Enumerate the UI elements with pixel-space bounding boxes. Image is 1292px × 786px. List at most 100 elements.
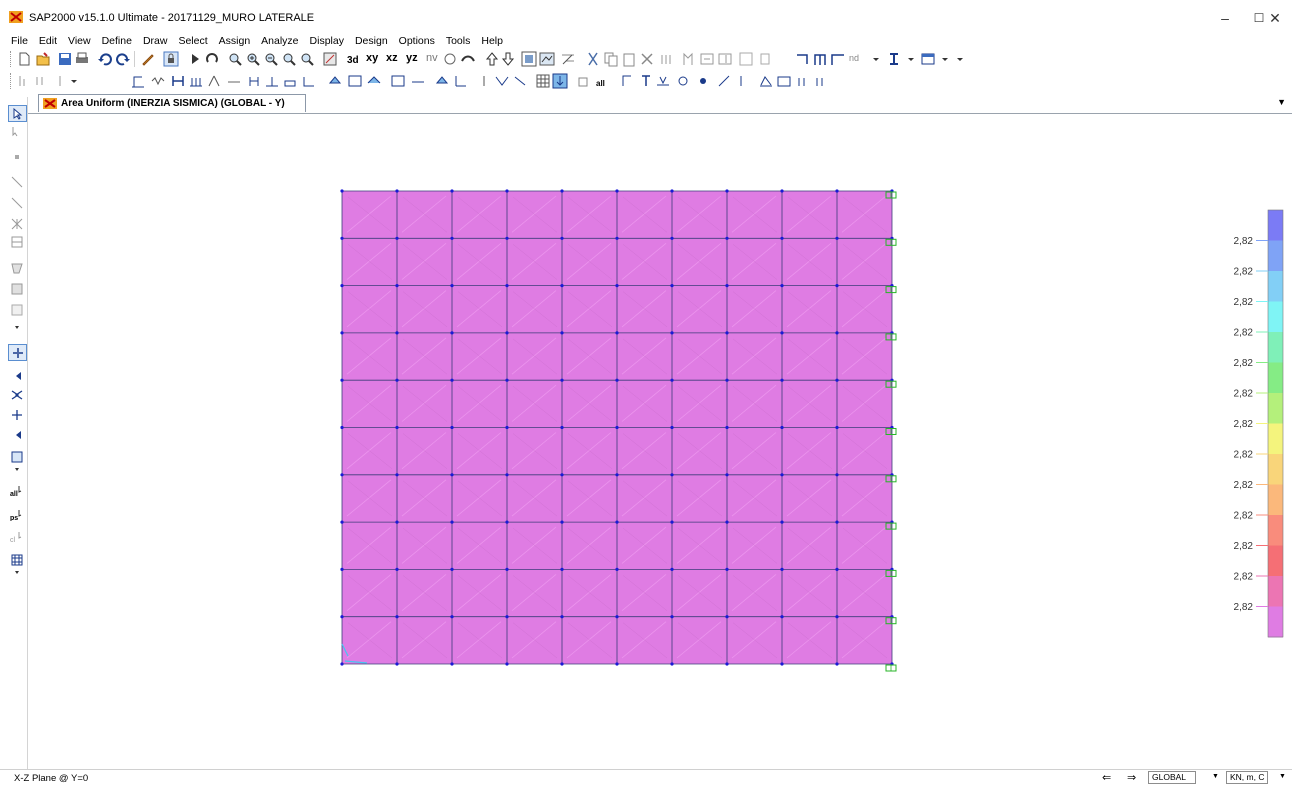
frame-sections-icon[interactable]: [794, 51, 810, 67]
units-select[interactable]: KN, m, C: [1226, 771, 1268, 784]
draw-section-cut-button[interactable]: [8, 344, 27, 361]
frame-offsets-icon[interactable]: [830, 51, 846, 67]
delete-icon[interactable]: [639, 51, 655, 67]
frame-releases-icon[interactable]: [812, 51, 828, 67]
refresh-icon[interactable]: [204, 51, 220, 67]
minimize-button[interactable]: –: [1208, 6, 1242, 30]
paste-icon[interactable]: [621, 51, 637, 67]
intersecting-line-select-button[interactable]: [8, 552, 25, 567]
toolbar-grip[interactable]: [10, 51, 14, 67]
xy-view-button[interactable]: xy: [366, 52, 378, 64]
3d-view-icon[interactable]: [322, 51, 338, 67]
lock-model-icon[interactable]: [163, 51, 179, 67]
design-frames-icon[interactable]: [796, 73, 812, 89]
area-local-axes-icon[interactable]: [453, 73, 469, 89]
frame-releases-assign-icon[interactable]: [170, 73, 186, 89]
plot-functions-icon[interactable]: [776, 73, 792, 89]
design-check-icon[interactable]: [814, 73, 830, 89]
draw-special-joint-button[interactable]: [8, 407, 25, 422]
joint-masses-icon[interactable]: [226, 73, 242, 89]
assign-frame-icon[interactable]: [699, 51, 715, 67]
menu-tools[interactable]: Tools: [446, 35, 471, 47]
assign-joint-load-icon[interactable]: [16, 73, 32, 89]
snap-to-points-icon[interactable]: [552, 73, 568, 89]
assign-section-icon[interactable]: [757, 51, 773, 67]
menu-define[interactable]: Define: [102, 35, 132, 47]
xz-view-button[interactable]: xz: [386, 52, 398, 64]
area-thickness-icon[interactable]: [366, 73, 382, 89]
dropdown-arrow-button[interactable]: [8, 465, 25, 475]
frame-end-offsets-icon[interactable]: [301, 73, 317, 89]
frame-output-stations-icon[interactable]: [264, 73, 280, 89]
area-edge-constraints-icon[interactable]: [390, 73, 406, 89]
display-tables-icon[interactable]: [920, 51, 936, 67]
dropdown-arrow-icon[interactable]: [903, 51, 919, 67]
set-display-options-icon[interactable]: [539, 51, 555, 67]
move-up-icon[interactable]: [484, 51, 500, 67]
save-icon[interactable]: [57, 51, 73, 67]
section-designer-icon[interactable]: [886, 51, 902, 67]
zoom-all-icon[interactable]: [299, 51, 315, 67]
coordinate-system-dropdown-icon[interactable]: ▼: [1212, 773, 1219, 780]
menu-assign[interactable]: Assign: [219, 35, 251, 47]
yz-view-button[interactable]: yz: [406, 52, 418, 64]
cable-results-icon[interactable]: [716, 73, 732, 89]
rotate-3d-icon[interactable]: [442, 51, 458, 67]
draw-braces-button[interactable]: [8, 216, 25, 231]
dropdown-arrow-icon[interactable]: [66, 73, 82, 89]
previous-view-icon[interactable]: ⇐: [1102, 771, 1111, 784]
draw-secondary-beams-button[interactable]: [8, 234, 25, 249]
draw-frame-button[interactable]: [8, 174, 25, 189]
copy-icon[interactable]: [603, 51, 619, 67]
link-results-icon[interactable]: [675, 73, 691, 89]
zoom-previous-icon[interactable]: [281, 51, 297, 67]
select-all-button[interactable]: all: [8, 483, 25, 498]
move-down-icon[interactable]: [500, 51, 516, 67]
menu-help[interactable]: Help: [481, 35, 503, 47]
dropdown-arrow-icon[interactable]: [952, 51, 968, 67]
menu-edit[interactable]: Edit: [39, 35, 57, 47]
menu-options[interactable]: Options: [399, 35, 435, 47]
virtual-work-icon[interactable]: [698, 73, 714, 89]
joint-springs-icon[interactable]: [150, 73, 166, 89]
assign-area-icon[interactable]: [717, 51, 733, 67]
menu-file[interactable]: File: [11, 35, 28, 47]
cut-icon[interactable]: [585, 51, 601, 67]
select-all-icon[interactable]: [576, 73, 592, 89]
select-all-labelled-icon[interactable]: all: [594, 73, 610, 89]
frame-insertion-point-icon[interactable]: [282, 73, 298, 89]
area-auto-mesh-icon[interactable]: [434, 73, 450, 89]
function-plot-icon[interactable]: [758, 73, 774, 89]
tab-area-uniform[interactable]: Area Uniform (INERZIA SISMICA) (GLOBAL -…: [38, 94, 306, 112]
menu-display[interactable]: Display: [310, 35, 344, 47]
area-results-icon[interactable]: [620, 73, 636, 89]
zoom-window-icon[interactable]: [227, 51, 243, 67]
local-axes-icon[interactable]: [188, 73, 204, 89]
toolbar-grip[interactable]: [10, 73, 14, 89]
new-model-icon[interactable]: [16, 51, 32, 67]
area-sections-icon[interactable]: [327, 73, 343, 89]
display-forces-icon[interactable]: [512, 73, 528, 89]
replicate-icon[interactable]: [659, 51, 675, 67]
joint-restraints-icon[interactable]: [130, 73, 146, 89]
zoom-in-icon[interactable]: [245, 51, 261, 67]
pointer-button[interactable]: [8, 105, 27, 122]
previous-selection-button[interactable]: ps: [8, 507, 25, 522]
print-icon[interactable]: [74, 51, 90, 67]
menu-design[interactable]: Design: [355, 35, 388, 47]
quick-draw-area-button[interactable]: [8, 302, 25, 317]
assign-frame-load-icon[interactable]: [34, 73, 50, 89]
object-shrink-icon[interactable]: [521, 51, 537, 67]
run-analysis-icon[interactable]: [187, 51, 203, 67]
draw-joint-button[interactable]: [8, 149, 25, 164]
quick-draw-frame-button[interactable]: [8, 195, 25, 210]
dropdown-arrow-button[interactable]: [8, 568, 25, 578]
response-spectrum-icon[interactable]: [738, 73, 754, 89]
model-view-canvas[interactable]: 2,82 2,82 2,82 2,82 2,82 2,82 2,82 2,82 2,82 2,82…: [28, 114, 1292, 768]
dropdown-arrow-icon[interactable]: [937, 51, 953, 67]
display-deformed-icon[interactable]: [494, 73, 510, 89]
draw-solid-button[interactable]: [8, 449, 25, 464]
units-dropdown-icon[interactable]: ▼: [1279, 773, 1286, 780]
menu-draw[interactable]: Draw: [143, 35, 168, 47]
next-view-icon[interactable]: ⇒: [1127, 771, 1136, 784]
